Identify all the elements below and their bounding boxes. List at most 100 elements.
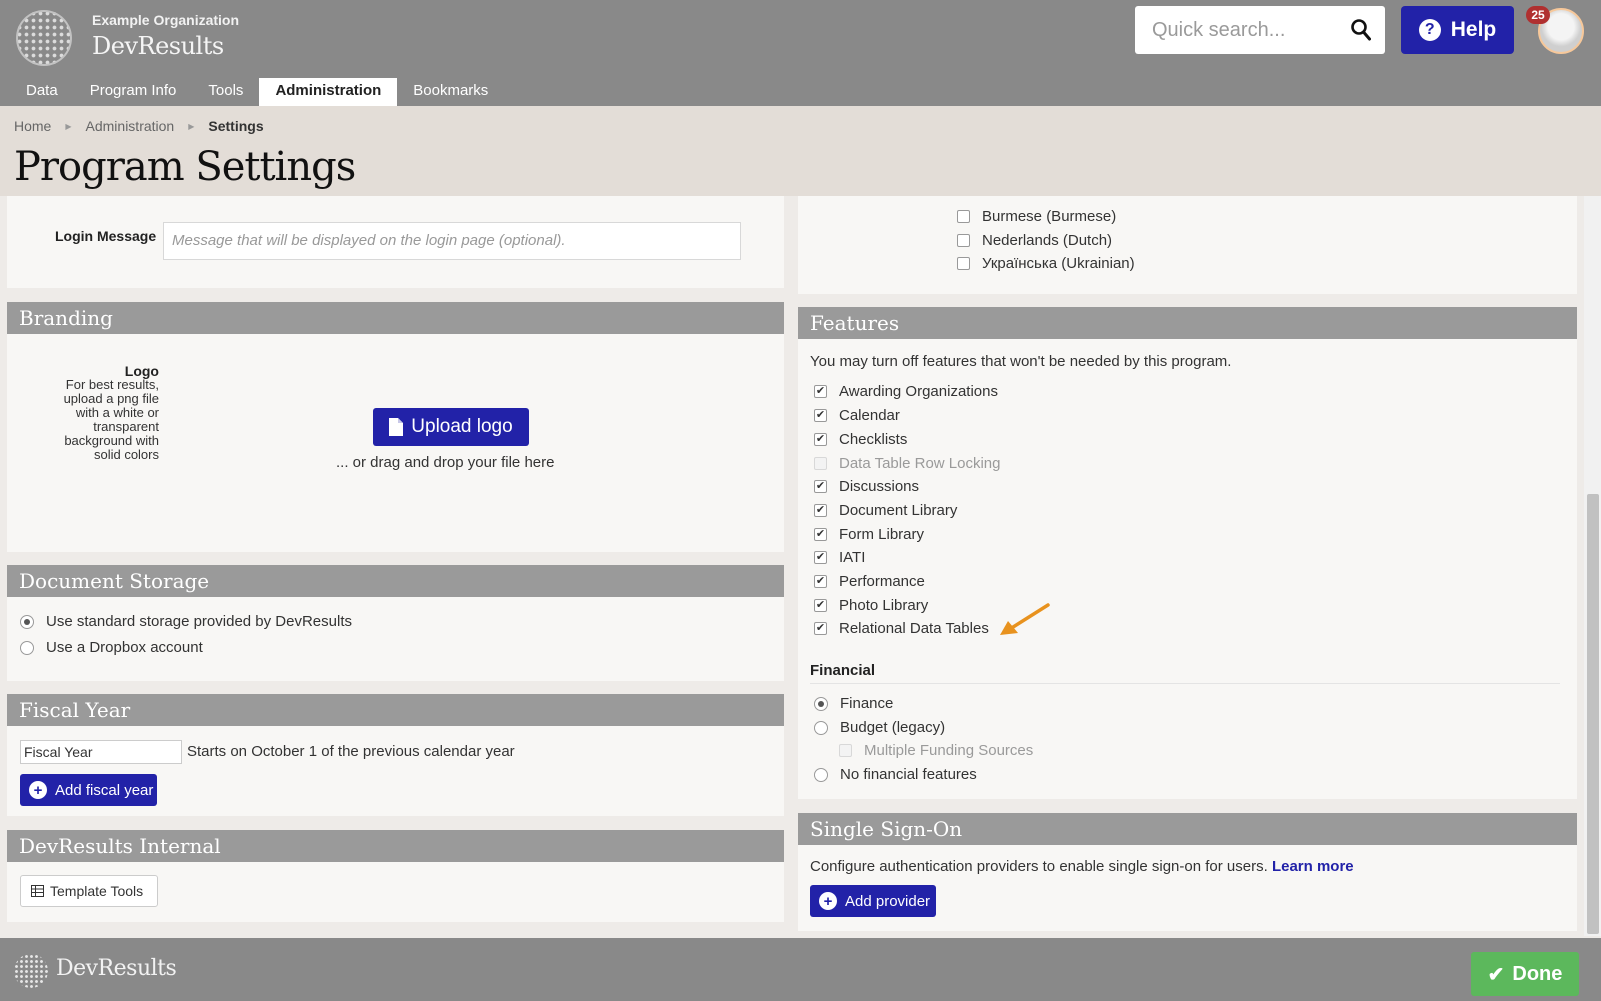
checkbox-checked[interactable]: ✔: [814, 433, 827, 446]
login-message-input[interactable]: Message that will be displayed on the lo…: [163, 222, 741, 260]
search-icon[interactable]: [1351, 19, 1371, 41]
feature-checklists[interactable]: ✔ Checklists: [814, 431, 907, 448]
annotation-arrow-icon: [1000, 603, 1050, 635]
logo-label: Logo: [124, 363, 159, 379]
globe-logo-icon: [14, 954, 48, 988]
language-ukrainian[interactable]: Українська (Ukrainian): [957, 255, 1135, 272]
template-tools-label: Template Tools: [50, 883, 144, 899]
breadcrumb-administration[interactable]: Administration: [86, 118, 175, 134]
plus-circle-icon: +: [29, 781, 47, 799]
language-label: Burmese (Burmese): [982, 208, 1117, 225]
multiple-funding-sources: Multiple Funding Sources: [839, 742, 1033, 759]
radio-selected[interactable]: [814, 696, 828, 711]
language-dutch[interactable]: Nederlands (Dutch): [957, 232, 1112, 249]
feature-form-library[interactable]: ✔ Form Library: [814, 526, 924, 543]
checkbox-checked[interactable]: ✔: [814, 599, 827, 612]
template-tools-button[interactable]: Template Tools: [20, 875, 158, 907]
checkbox[interactable]: [957, 234, 970, 247]
chevron-right-icon: ▶: [65, 121, 72, 131]
financial-option-label: No financial features: [840, 766, 977, 783]
radio[interactable]: [814, 767, 828, 782]
sso-description-row: Configure authentication providers to en…: [810, 858, 1354, 875]
storage-option-standard[interactable]: Use standard storage provided by DevResu…: [20, 613, 352, 630]
top-bar: Example Organization DevResults ? Help 2…: [0, 0, 1601, 106]
checkbox-checked[interactable]: ✔: [814, 504, 827, 517]
add-fiscal-year-label: Add fiscal year: [55, 781, 154, 799]
checkbox-checked[interactable]: ✔: [814, 409, 827, 422]
login-message-label: Login Message: [55, 228, 157, 244]
scrollbar-thumb[interactable]: [1587, 494, 1599, 934]
checkbox-checked[interactable]: ✔: [814, 575, 827, 588]
tab-bookmarks[interactable]: Bookmarks: [397, 78, 504, 106]
logo-help-text: For best results, upload a png file with…: [63, 377, 159, 462]
page-title: Program Settings: [14, 144, 356, 190]
checkbox-checked[interactable]: ✔: [814, 385, 827, 398]
financial-finance[interactable]: Finance: [814, 695, 893, 712]
upload-logo-label: Upload logo: [411, 416, 513, 437]
features-title: Features: [798, 307, 1577, 339]
feature-photo-library[interactable]: ✔ Photo Library: [814, 597, 928, 614]
language-burmese[interactable]: Burmese (Burmese): [957, 208, 1116, 225]
feature-label: Document Library: [839, 502, 958, 519]
tab-administration[interactable]: Administration: [259, 78, 398, 106]
breadcrumb: Home ▶ Administration ▶ Settings: [14, 118, 264, 134]
upload-logo-button[interactable]: Upload logo: [373, 408, 529, 446]
drop-hint: ... or drag and drop your file here: [336, 454, 555, 471]
feature-calendar[interactable]: ✔ Calendar: [814, 407, 900, 424]
feature-label: Performance: [839, 573, 925, 590]
learn-more-link[interactable]: Learn more: [1272, 858, 1354, 875]
storage-option-dropbox[interactable]: Use a Dropbox account: [20, 639, 203, 656]
sso-title: Single Sign-On: [798, 813, 1577, 845]
feature-label: Relational Data Tables: [839, 620, 989, 637]
sso-panel: Single Sign-On Configure authentication …: [798, 813, 1577, 931]
feature-label: Photo Library: [839, 597, 929, 614]
feature-awarding-organizations[interactable]: ✔ Awarding Organizations: [814, 383, 998, 400]
checkbox[interactable]: [957, 257, 970, 270]
checkbox-checked[interactable]: ✔: [814, 551, 827, 564]
file-icon: [389, 418, 404, 436]
feature-performance[interactable]: ✔ Performance: [814, 573, 925, 590]
feature-label: Form Library: [839, 526, 925, 543]
search-input[interactable]: [1135, 6, 1335, 54]
radio[interactable]: [20, 640, 34, 655]
radio-selected[interactable]: [20, 614, 34, 629]
financial-budget-legacy[interactable]: Budget (legacy): [814, 719, 945, 736]
checkbox-checked[interactable]: ✔: [814, 622, 827, 635]
tab-program-info[interactable]: Program Info: [74, 78, 193, 106]
done-button[interactable]: ✔ Done: [1471, 952, 1579, 996]
footer-bar: DevResults ✔ Done: [0, 938, 1601, 1001]
feature-iati[interactable]: ✔ IATI: [814, 549, 865, 566]
app-name[interactable]: DevResults: [92, 32, 224, 60]
branding-title: Branding: [7, 302, 784, 334]
checkbox[interactable]: [957, 210, 970, 223]
help-button[interactable]: ? Help: [1401, 6, 1514, 54]
document-storage-title: Document Storage: [7, 565, 784, 597]
financial-option-label: Finance: [840, 695, 894, 712]
add-provider-button[interactable]: + Add provider: [810, 885, 936, 917]
tab-tools[interactable]: Tools: [192, 78, 259, 106]
document-storage-panel: Document Storage Use standard storage pr…: [7, 565, 784, 681]
feature-relational-data-tables[interactable]: ✔ Relational Data Tables: [814, 620, 989, 637]
globe-logo-icon[interactable]: [16, 10, 72, 66]
storage-option-label: Use a Dropbox account: [46, 639, 203, 656]
breadcrumb-home[interactable]: Home: [14, 118, 51, 134]
add-fiscal-year-button[interactable]: + Add fiscal year: [20, 774, 157, 806]
fiscal-year-input[interactable]: Fiscal Year: [20, 740, 182, 764]
internal-panel: DevResults Internal Template Tools: [7, 830, 784, 922]
financial-none[interactable]: No financial features: [814, 766, 977, 783]
feature-label: Data Table Row Locking: [839, 455, 1001, 472]
tab-data[interactable]: Data: [10, 78, 74, 106]
storage-option-label: Use standard storage provided by DevResu…: [46, 613, 352, 630]
fiscal-year-panel: Fiscal Year Fiscal Year Starts on Octobe…: [7, 694, 784, 816]
feature-data-table-row-locking: Data Table Row Locking: [814, 455, 1000, 472]
notification-badge[interactable]: 25: [1526, 6, 1550, 24]
checkbox-checked[interactable]: ✔: [814, 528, 827, 541]
feature-document-library[interactable]: ✔ Document Library: [814, 502, 957, 519]
feature-label: Awarding Organizations: [839, 383, 998, 400]
checkbox-checked[interactable]: ✔: [814, 480, 827, 493]
radio[interactable]: [814, 720, 828, 735]
language-label: Українська (Ukrainian): [982, 255, 1135, 272]
financial-option-label: Budget (legacy): [840, 719, 946, 736]
features-panel: Features You may turn off features that …: [798, 307, 1577, 799]
feature-discussions[interactable]: ✔ Discussions: [814, 478, 919, 495]
